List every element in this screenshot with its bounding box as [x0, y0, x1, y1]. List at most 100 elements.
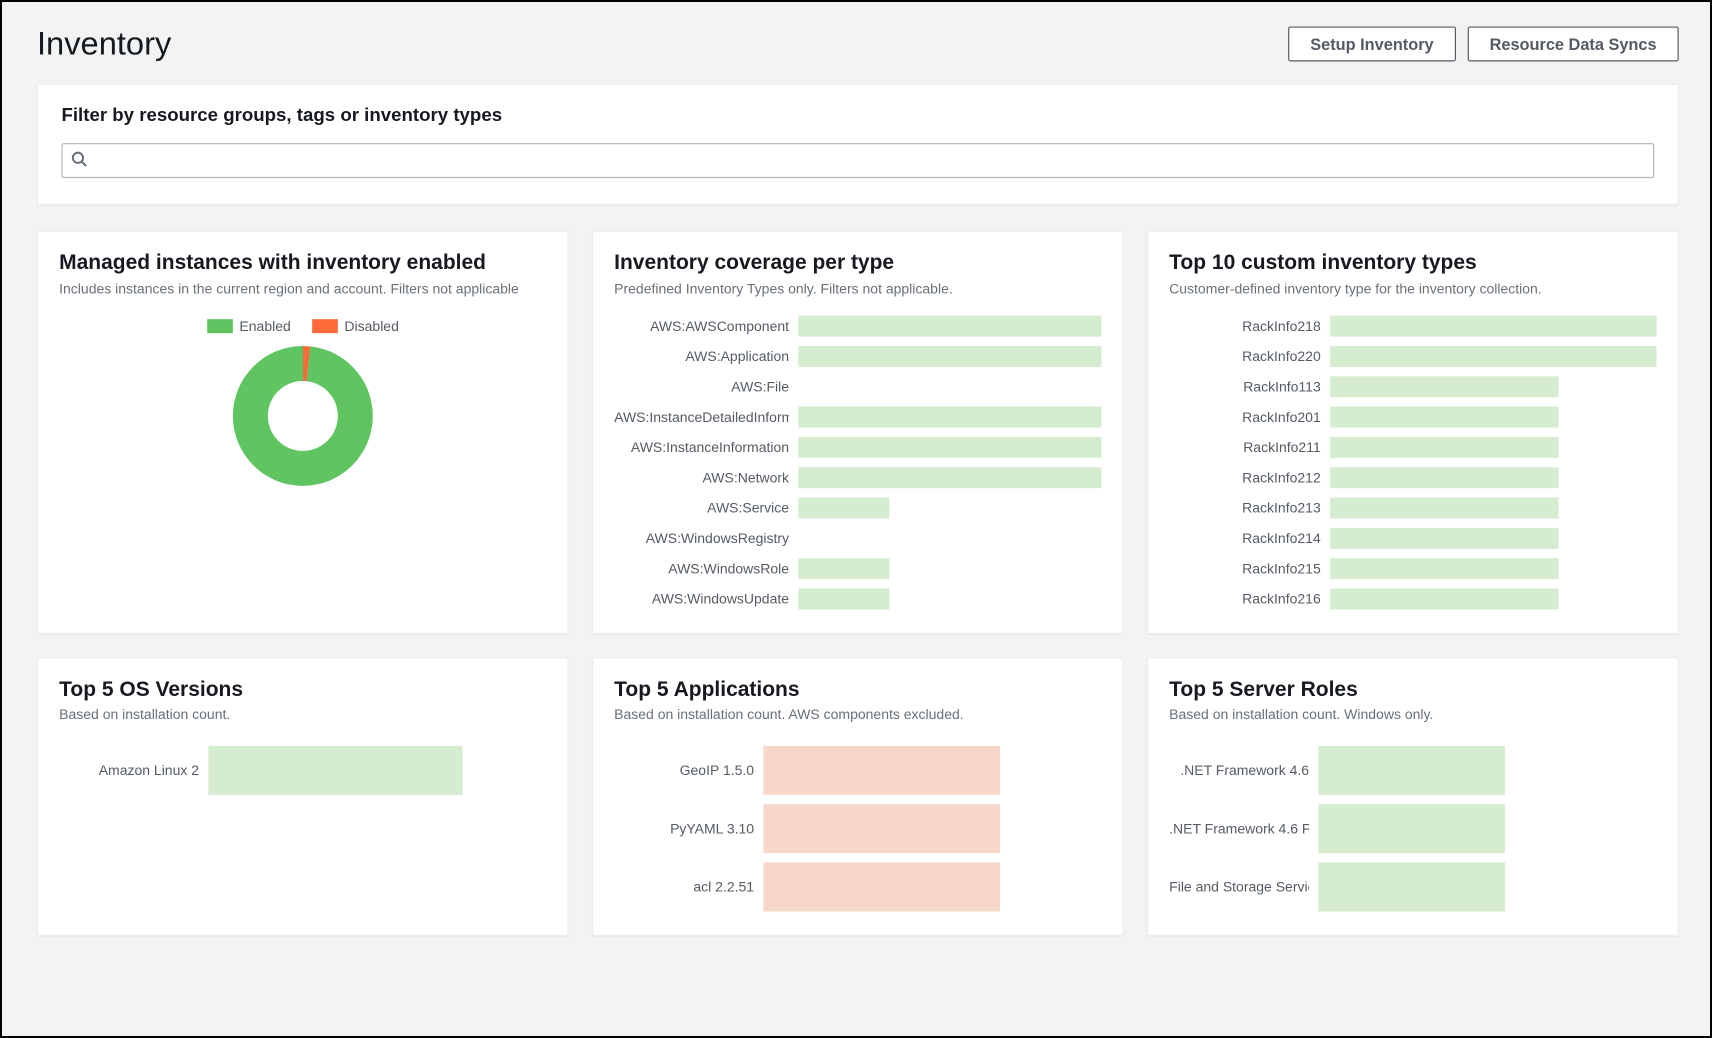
bar-track — [763, 804, 1101, 853]
bar-track — [1318, 863, 1656, 912]
bar-label: RackInfo214 — [1169, 530, 1321, 546]
legend-enabled: Enabled — [207, 318, 291, 334]
bar-label: RackInfo216 — [1169, 590, 1321, 606]
bar-track — [1330, 467, 1656, 488]
bar-track — [1330, 406, 1656, 427]
bar-track — [798, 436, 1101, 457]
bar-label: RackInfo213 — [1169, 499, 1321, 515]
bar-track — [1330, 588, 1656, 609]
bar-track — [798, 406, 1101, 427]
legend-disabled-label: Disabled — [344, 318, 398, 334]
page-header: Inventory Setup Inventory Resource Data … — [37, 25, 1679, 62]
resource-data-syncs-button[interactable]: Resource Data Syncs — [1467, 26, 1678, 61]
bar-fill — [763, 746, 1000, 795]
bar-fill — [798, 406, 1101, 427]
bar-fill — [1330, 345, 1656, 366]
page-title: Inventory — [37, 25, 171, 62]
bar-fill — [208, 746, 462, 795]
bar-row: AWS:Application — [614, 345, 1101, 366]
bar-label: AWS:InstanceInformation — [614, 439, 789, 455]
bar-fill — [1330, 376, 1559, 397]
search-wrap — [61, 143, 1654, 178]
bar-track — [798, 345, 1101, 366]
bar-row: acl 2.2.51 — [614, 863, 1101, 912]
bar-row: RackInfo214 — [1169, 527, 1656, 548]
bar-label: AWS:Network — [614, 469, 789, 485]
bar-label: RackInfo218 — [1169, 318, 1321, 334]
managed-instances-card: Managed instances with inventory enabled… — [37, 231, 569, 634]
bar-track — [763, 746, 1101, 795]
roles-chart: .NET Framework 4.6 .NET Framework 4.6 Fea… — [1169, 746, 1656, 912]
apps-chart: GeoIP 1.5.0 PyYAML 3.10 acl 2.2.51 — [614, 746, 1101, 912]
search-icon — [71, 151, 87, 171]
bar-fill — [798, 467, 1101, 488]
bar-row: Amazon Linux 2 — [59, 746, 546, 795]
bar-row: AWS:File — [614, 376, 1101, 397]
bar-fill — [798, 558, 889, 579]
search-input[interactable] — [61, 143, 1654, 178]
bar-row: GeoIP 1.5.0 — [614, 746, 1101, 795]
bar-row: AWS:WindowsRegistry — [614, 527, 1101, 548]
bar-fill — [798, 315, 1101, 336]
bar-row: AWS:AWSComponent — [614, 315, 1101, 336]
bar-row: AWS:WindowsUpdate — [614, 588, 1101, 609]
donut-legend: Enabled Disabled — [59, 318, 546, 334]
bar-row: .NET Framework 4.6 — [1169, 746, 1656, 795]
bar-label: RackInfo220 — [1169, 348, 1321, 364]
bar-fill — [798, 345, 1101, 366]
bar-label: RackInfo201 — [1169, 408, 1321, 424]
bar-label: RackInfo215 — [1169, 560, 1321, 576]
bar-fill — [1330, 436, 1559, 457]
bar-label: PyYAML 3.10 — [614, 821, 754, 837]
bar-track — [798, 497, 1101, 518]
bar-fill — [798, 588, 889, 609]
bar-track — [798, 558, 1101, 579]
bar-fill — [1318, 863, 1504, 912]
bar-row: .NET Framework 4.6 Features — [1169, 804, 1656, 853]
bar-fill — [1330, 315, 1656, 336]
bar-track — [798, 527, 1101, 548]
donut-chart — [233, 345, 373, 485]
bar-track — [1330, 376, 1656, 397]
legend-enabled-label: Enabled — [239, 318, 290, 334]
setup-inventory-button[interactable]: Setup Inventory — [1288, 26, 1456, 61]
bar-row: RackInfo201 — [1169, 406, 1656, 427]
bar-label: GeoIP 1.5.0 — [614, 762, 754, 778]
card-sub: Based on installation count. — [59, 706, 546, 722]
bar-track — [208, 746, 546, 795]
bar-fill — [1330, 406, 1559, 427]
bar-track — [798, 588, 1101, 609]
card-sub: Based on installation count. AWS compone… — [614, 706, 1101, 722]
bar-fill — [763, 863, 1000, 912]
card-title: Top 5 Applications — [614, 677, 1101, 702]
bar-row: RackInfo213 — [1169, 497, 1656, 518]
card-title: Top 5 OS Versions — [59, 677, 546, 702]
bar-label: AWS:InstanceDetailedInformation — [614, 408, 789, 424]
bar-track — [798, 315, 1101, 336]
bar-fill — [1318, 804, 1504, 853]
custom-inventory-card: Top 10 custom inventory types Customer-d… — [1147, 231, 1679, 634]
bar-track — [798, 467, 1101, 488]
bar-row: AWS:WindowsRole — [614, 558, 1101, 579]
coverage-chart: AWS:AWSComponent AWS:Application AWS:File A… — [614, 315, 1101, 609]
swatch-disabled-icon — [312, 319, 338, 333]
bar-row: RackInfo220 — [1169, 345, 1656, 366]
bar-track — [763, 863, 1101, 912]
bar-row: RackInfo215 — [1169, 558, 1656, 579]
legend-disabled: Disabled — [312, 318, 399, 334]
bar-track — [798, 376, 1101, 397]
bar-track — [1330, 527, 1656, 548]
bar-label: AWS:WindowsRole — [614, 560, 789, 576]
bar-row: File and Storage Services — [1169, 863, 1656, 912]
bar-row: RackInfo211 — [1169, 436, 1656, 457]
bar-row: AWS:Service — [614, 497, 1101, 518]
cards-grid: Managed instances with inventory enabled… — [37, 231, 1679, 937]
bar-row: AWS:Network — [614, 467, 1101, 488]
bar-label: .NET Framework 4.6 — [1169, 762, 1309, 778]
bar-label: acl 2.2.51 — [614, 879, 754, 895]
bar-track — [1330, 315, 1656, 336]
bar-label: AWS:Service — [614, 499, 789, 515]
os-chart: Amazon Linux 2 — [59, 746, 546, 795]
bar-row: PyYAML 3.10 — [614, 804, 1101, 853]
bar-fill — [1330, 497, 1559, 518]
